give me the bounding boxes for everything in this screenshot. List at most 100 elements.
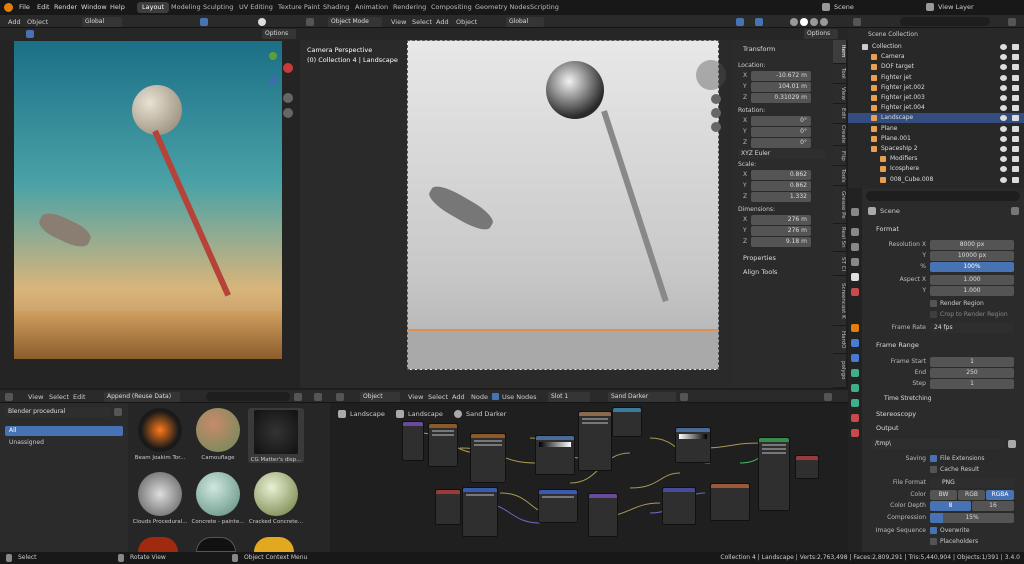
overwrite-checkbox[interactable] <box>930 527 937 534</box>
outliner-row[interactable]: Collection <box>848 42 1024 52</box>
outliner-row[interactable]: Camera <box>848 52 1024 62</box>
tab-grease-pencil[interactable]: Grease Pe <box>833 186 846 224</box>
resolution-x-field[interactable]: 8000 px <box>930 240 1014 250</box>
loc-z-field[interactable]: 0.31029 m <box>751 93 811 103</box>
render-camera-icon[interactable] <box>1012 176 1019 183</box>
properties-search[interactable] <box>866 191 1020 201</box>
tab-uv-editing[interactable]: UV Editing <box>234 2 278 13</box>
render-camera-icon[interactable] <box>1012 105 1019 112</box>
color-rgba-option[interactable]: RGBA <box>986 490 1014 500</box>
node-coord[interactable] <box>435 489 461 525</box>
color-bw-option[interactable]: BW <box>930 490 957 500</box>
node-node-menu[interactable]: Node <box>471 393 488 401</box>
material-slot-select[interactable]: Slot 1 <box>548 392 590 402</box>
main-select-menu[interactable]: Select <box>412 18 432 26</box>
object-props-icon[interactable] <box>851 324 859 332</box>
material-name-field[interactable]: Sand Darker <box>608 392 676 402</box>
loc-y-field[interactable]: 104.01 m <box>751 82 811 92</box>
rot-z-field[interactable]: 0° <box>751 138 811 148</box>
pan-hand-icon[interactable] <box>283 108 293 118</box>
node-canvas[interactable]: Landscape Landscape Sand Darker <box>330 403 848 552</box>
asset-select-menu[interactable]: Select <box>49 393 69 401</box>
visibility-eye-icon[interactable] <box>1000 115 1007 122</box>
filter-icon[interactable] <box>1008 18 1016 26</box>
asset-cracked-concrete[interactable]: Cracked Concrete... <box>248 472 304 525</box>
node-mapping[interactable] <box>402 421 424 461</box>
tab-real-snow[interactable]: Real Sn <box>833 224 846 252</box>
main-orientation-select[interactable]: Global <box>506 17 544 27</box>
outliner-row[interactable]: Plane <box>848 124 1024 134</box>
menu-file[interactable]: File <box>19 3 30 11</box>
rot-x-field[interactable]: 0° <box>751 116 811 126</box>
rotation-mode-select[interactable]: XYZ Euler <box>738 149 826 159</box>
constraints-props-icon[interactable] <box>851 384 859 392</box>
node-bsdf[interactable] <box>758 437 790 511</box>
node-bump[interactable] <box>538 489 578 523</box>
node-overlay-icon[interactable] <box>824 393 832 401</box>
main-add-menu[interactable]: Add <box>436 18 449 26</box>
use-nodes-checkbox[interactable] <box>492 393 499 400</box>
catalog-all[interactable]: All <box>5 426 123 436</box>
outliner-row[interactable]: Fighter jet.003 <box>848 93 1024 103</box>
main-object-menu[interactable]: Object <box>456 18 477 26</box>
snap-icon[interactable] <box>200 18 208 26</box>
render-camera-icon[interactable] <box>1012 125 1019 132</box>
format-section-header[interactable]: Format <box>876 225 899 236</box>
zoom-view-icon[interactable] <box>711 94 721 104</box>
frame-step-field[interactable]: 1 <box>930 379 1014 389</box>
menu-render[interactable]: Render <box>54 3 77 11</box>
asset-filter-icon[interactable] <box>294 393 302 401</box>
outliner-row[interactable]: Fighter jet.004 <box>848 103 1024 113</box>
asset-beam[interactable]: Beam Joakim Tor... <box>132 408 188 461</box>
asset-settings-icon[interactable] <box>314 393 322 401</box>
tab-polygon[interactable]: polygo <box>833 354 846 388</box>
asset-view-menu[interactable]: View <box>28 393 43 401</box>
render-camera-icon[interactable] <box>1012 166 1019 173</box>
crop-region-checkbox[interactable] <box>930 311 937 318</box>
tab-rendering[interactable]: Rendering <box>388 2 431 13</box>
visibility-eye-icon[interactable] <box>1000 166 1007 173</box>
node-view-menu[interactable]: View <box>408 393 423 401</box>
catalog-unassigned[interactable]: Unassigned <box>9 439 44 446</box>
asset-concrete-painted[interactable]: Concrete - painte... <box>190 472 246 525</box>
outliner-row[interactable]: SpaceshIp 2 <box>848 144 1024 154</box>
modifier-props-icon[interactable] <box>851 339 859 347</box>
render-camera-icon[interactable] <box>1012 135 1019 142</box>
left-add-menu[interactable]: Add <box>8 18 21 26</box>
tab-scripting[interactable]: Scripting <box>525 2 564 13</box>
asset-clouds[interactable]: Clouds Procedural... <box>132 472 188 525</box>
view-layer-props-icon[interactable] <box>851 258 859 266</box>
physics-props-icon[interactable] <box>851 369 859 377</box>
shading-solid-icon[interactable] <box>258 18 266 26</box>
main-options-button[interactable]: Options <box>804 29 838 39</box>
menu-edit[interactable]: Edit <box>37 3 50 11</box>
visibility-eye-icon[interactable] <box>1000 176 1007 183</box>
visibility-eye-icon[interactable] <box>1000 74 1007 81</box>
tab-item[interactable]: Item <box>833 40 846 64</box>
dim-x-field[interactable]: 276 m <box>751 215 811 225</box>
aspect-y-field[interactable]: 1.000 <box>930 286 1014 296</box>
align-tools-section[interactable]: Align Tools <box>743 268 777 279</box>
rot-y-field[interactable]: 0° <box>751 127 811 137</box>
node-add-menu[interactable]: Add <box>452 393 465 401</box>
outliner-row[interactable]: Icosphere <box>848 164 1024 174</box>
left-object-menu[interactable]: Object <box>27 18 48 26</box>
visibility-eye-icon[interactable] <box>1000 84 1007 91</box>
tab-layout[interactable]: Layout <box>137 2 170 13</box>
render-camera-icon[interactable] <box>1012 84 1019 91</box>
menu-window[interactable]: Window <box>81 3 107 11</box>
outliner-search-input[interactable] <box>900 17 990 26</box>
properties-section[interactable]: Properties <box>743 254 776 265</box>
asset-cg-matter[interactable]: CG Matter's disp... <box>248 408 304 463</box>
render-camera-icon[interactable] <box>1012 54 1019 61</box>
render-camera-icon[interactable] <box>1012 44 1019 50</box>
node-texture-1[interactable] <box>428 423 458 467</box>
outliner-row[interactable]: Fighter jet.002 <box>848 83 1024 93</box>
zoom-icon[interactable] <box>283 93 293 103</box>
data-props-icon[interactable] <box>851 399 859 407</box>
tab-sculpting[interactable]: Sculpting <box>198 2 238 13</box>
tab-create[interactable]: Create <box>833 124 846 146</box>
gizmo-x-axis[interactable] <box>283 63 293 73</box>
refresh-library-icon[interactable] <box>114 408 122 416</box>
cache-result-checkbox[interactable] <box>930 466 937 473</box>
